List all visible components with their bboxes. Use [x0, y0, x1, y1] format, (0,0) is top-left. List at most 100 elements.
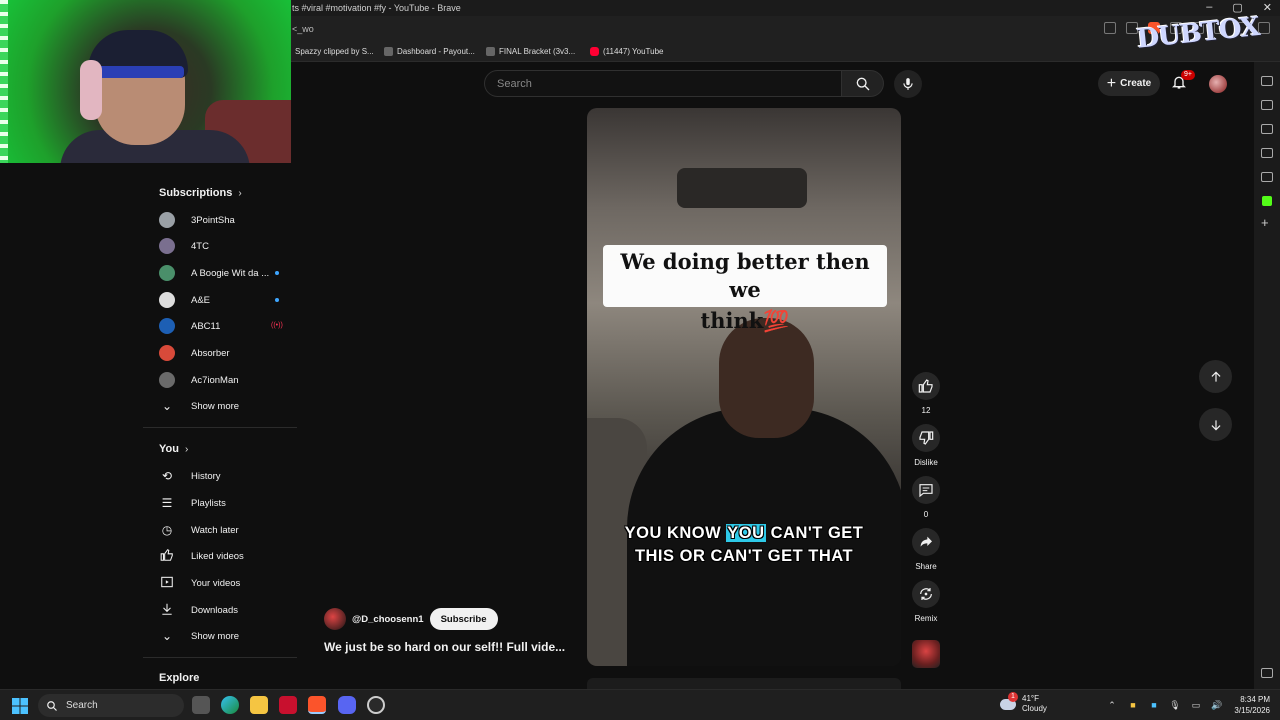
kick-icon[interactable] — [1262, 196, 1272, 206]
display-icon[interactable]: ▭ — [1190, 699, 1202, 711]
you-header[interactable]: You › — [159, 443, 188, 455]
system-tray: ⌃ ■ ■ 🎙 ▭ 🔊 — [1106, 699, 1223, 711]
guide-item-liked-videos[interactable]: Liked videos — [159, 546, 289, 566]
chevron-right-icon: › — [184, 443, 189, 455]
taskbar-clock[interactable]: 8:34 PM 3/15/2026 — [1228, 694, 1270, 716]
tray-app-icon[interactable]: ■ — [1148, 699, 1160, 711]
bookmark-label: FINAL Bracket (3v3... — [499, 47, 576, 56]
add-panel-icon[interactable]: + — [1261, 216, 1273, 229]
share-action: Share — [906, 528, 946, 571]
bookmark-favicon-icon — [384, 47, 393, 56]
maximize-button[interactable]: ▢ — [1232, 1, 1242, 14]
weather-badge: 1 — [1008, 691, 1018, 702]
clock-time: 8:34 PM — [1240, 695, 1270, 704]
account-avatar[interactable] — [1209, 75, 1227, 93]
live-icon: ((•)) — [271, 322, 283, 329]
playlist-panel-icon[interactable] — [1261, 172, 1273, 182]
subscription-item[interactable]: ABC11 — [159, 316, 289, 336]
arrow-up-icon — [1211, 371, 1220, 382]
discord-icon[interactable] — [338, 696, 356, 714]
subscription-item[interactable]: 3PointSha — [159, 210, 289, 230]
subscriptions-header[interactable]: Subscriptions › — [159, 187, 242, 199]
microphone-icon — [903, 78, 913, 90]
settings-icon[interactable] — [1261, 668, 1273, 678]
weather-text: 41°F Cloudy — [1022, 694, 1047, 714]
notifications-button[interactable]: 9+ — [1171, 70, 1195, 92]
weather-widget[interactable]: 1 41°F Cloudy — [1000, 691, 1047, 714]
youtube-favicon-icon — [590, 47, 599, 56]
channel-handle[interactable]: @D_choosenn1 — [352, 614, 424, 625]
edge-icon[interactable] — [221, 696, 239, 714]
search-button[interactable] — [842, 70, 884, 97]
subtitle-line-2: THIS OR CAN'T GET THAT — [634, 547, 854, 565]
cloud-icon: 1 — [1000, 691, 1018, 710]
chevron-up-icon[interactable]: ⌃ — [1106, 699, 1118, 711]
adobe-icon[interactable] — [279, 696, 297, 714]
divider — [143, 427, 297, 428]
history-panel-icon[interactable] — [1261, 124, 1273, 134]
subtitle-highlight: YOU — [726, 524, 766, 542]
subscription-item[interactable]: 4TC — [159, 236, 289, 256]
file-explorer-icon[interactable] — [250, 696, 268, 714]
close-window-button[interactable]: ✕ — [1263, 1, 1272, 14]
dislike-action: Dislike — [906, 424, 946, 467]
subscription-label: 3PointSha — [191, 214, 235, 226]
thumbs-up-icon — [159, 548, 175, 564]
subscription-item[interactable]: Ac7ionMan — [159, 370, 289, 390]
next-short-button[interactable] — [1199, 408, 1232, 441]
brave-icon[interactable] — [308, 696, 326, 714]
volume-icon[interactable]: 🔊 — [1211, 699, 1223, 711]
subscription-item[interactable]: A Boogie Wit da ... — [159, 263, 289, 283]
guide-item-watch-later[interactable]: ◷ Watch later — [159, 520, 289, 540]
bookmark-item[interactable]: Dashboard - Payout... — [384, 47, 475, 56]
you-title: You — [159, 443, 179, 455]
tray-app-icon[interactable]: ■ — [1127, 699, 1139, 711]
thumbs-down-icon — [919, 431, 934, 445]
windows-start-icon[interactable] — [12, 698, 28, 714]
like-count: 12 — [921, 406, 931, 415]
guide-item-label: Your videos — [191, 577, 241, 589]
channel-avatar[interactable] — [324, 608, 346, 630]
comments-action: 0 — [906, 476, 946, 519]
show-more-you[interactable]: ⌄ Show more — [159, 626, 289, 646]
task-view-icon[interactable] — [192, 696, 210, 714]
cast-icon[interactable] — [1104, 22, 1116, 34]
guide-item-label: Watch later — [191, 524, 239, 536]
obs-icon[interactable] — [367, 696, 385, 714]
taskbar-search[interactable]: Search — [38, 694, 184, 717]
short-video-player[interactable]: We doing better then we think💯 YOU KNOW … — [587, 108, 901, 666]
bookmark-item[interactable]: FINAL Bracket (3v3... — [486, 47, 575, 56]
channel-avatar — [159, 265, 175, 281]
subscription-label: Ac7ionMan — [191, 374, 239, 386]
guide-item-playlists[interactable]: ☰ Playlists — [159, 493, 289, 513]
bookmarks-icon[interactable] — [1261, 100, 1273, 110]
dislike-button[interactable] — [912, 424, 940, 452]
sound-thumbnail[interactable] — [912, 640, 940, 668]
bookmark-item[interactable]: Spazzy clipped by S... — [295, 47, 374, 56]
microphone-icon[interactable]: 🎙 — [1169, 699, 1181, 711]
notes-icon[interactable] — [1261, 148, 1273, 158]
create-button[interactable]: + Create — [1098, 71, 1160, 96]
guide-item-downloads[interactable]: Downloads — [159, 600, 289, 620]
bookmark-item[interactable]: (11447) YouTube — [590, 47, 664, 56]
search-icon — [47, 700, 57, 711]
guide-item-history[interactable]: ⟲ History — [159, 466, 289, 486]
minimize-button[interactable]: – — [1206, 1, 1212, 14]
reading-list-icon[interactable] — [1261, 76, 1273, 86]
subscription-item[interactable]: A&E — [159, 290, 289, 310]
remix-button[interactable] — [912, 580, 940, 608]
guide-item-your-videos[interactable]: Your videos — [159, 573, 289, 593]
previous-short-button[interactable] — [1199, 360, 1232, 393]
subscription-item[interactable]: Absorber — [159, 343, 289, 363]
like-button[interactable] — [912, 372, 940, 400]
voice-search-button[interactable] — [894, 70, 922, 98]
subscription-label: A Boogie Wit da ... — [191, 267, 270, 279]
url-field[interactable]: <_wo — [292, 24, 314, 34]
search-input[interactable] — [497, 76, 817, 92]
short-title[interactable]: We just be so hard on our self!! Full vi… — [324, 640, 565, 654]
comments-button[interactable] — [912, 476, 940, 504]
show-more-subscriptions[interactable]: ⌄ Show more — [159, 396, 289, 416]
subscribe-button[interactable]: Subscribe — [429, 608, 498, 630]
share-button[interactable] — [912, 528, 940, 556]
explore-header: Explore — [159, 672, 199, 684]
